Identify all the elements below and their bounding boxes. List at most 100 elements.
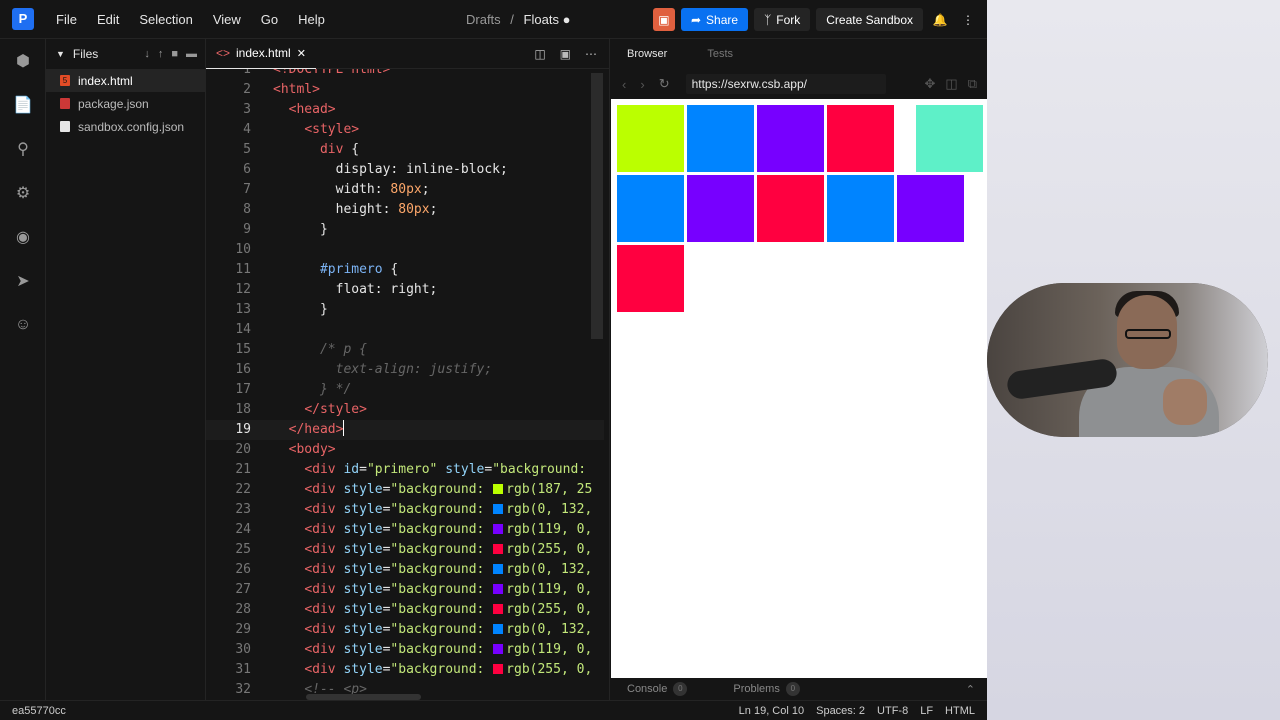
line-number: 22 (235, 482, 251, 497)
back-icon[interactable]: ‹ (622, 77, 626, 92)
code-line[interactable]: 7 width: 80px; (206, 180, 604, 200)
app-logo-icon[interactable]: P (12, 8, 34, 30)
console-tab[interactable]: Console (627, 683, 667, 695)
code-line[interactable]: 13 } (206, 300, 604, 320)
problems-count-badge: 0 (785, 682, 800, 696)
line-text: } (273, 302, 328, 317)
code-line[interactable]: 11 #primero { (206, 260, 604, 280)
line-number: 14 (235, 322, 251, 337)
code-line[interactable]: 1 <!DOCTYPE html> (206, 69, 604, 80)
open-new-window-icon[interactable]: ⧉ (968, 76, 977, 92)
code-line[interactable]: 23 <div style="background: rgb(0, 132, (206, 500, 604, 520)
code-line[interactable]: 12 float: right; (206, 280, 604, 300)
code-line[interactable]: 6 display: inline-block; (206, 160, 604, 180)
menu-view[interactable]: View (213, 12, 241, 27)
code-line[interactable]: 15 /* p { (206, 340, 604, 360)
menu-go[interactable]: Go (261, 12, 278, 27)
preview-viewport[interactable] (611, 99, 987, 678)
top-actions: ▣ ➦ Share ᛉ Fork Create Sandbox 🔔 ⋮ (652, 8, 979, 31)
new-folder-icon[interactable]: ▬ (186, 48, 197, 60)
file-item-package-json[interactable]: package.json (46, 92, 205, 115)
menu-edit[interactable]: Edit (97, 12, 119, 27)
line-text: <div style="background: rgb(119, 0, (304, 522, 593, 537)
code-line[interactable]: 5 div { (206, 140, 604, 160)
code-line[interactable]: 9 } (206, 220, 604, 240)
tab-browser[interactable]: Browser (627, 48, 667, 60)
more-menu-icon[interactable]: ⋮ (957, 8, 979, 31)
refresh-icon[interactable]: ↻ (659, 76, 670, 92)
code-line[interactable]: 8 height: 80px; (206, 200, 604, 220)
file-name: package.json (78, 96, 149, 111)
code-area[interactable]: 1 <!DOCTYPE html> 2 <html> 3 <head> 4 <style>… (206, 69, 604, 700)
split-view-icon[interactable]: ◫ (534, 47, 545, 61)
file-item-index-html[interactable]: 5 index.html (46, 69, 205, 92)
responsive-icon[interactable]: ✥ (925, 76, 936, 92)
code-line[interactable]: 21 <div id="primero" style="background: (206, 460, 604, 480)
preview-color-box (916, 105, 983, 172)
code-line[interactable]: 24 <div style="background: rgb(119, 0, (206, 520, 604, 540)
code-line[interactable]: 14 (206, 320, 604, 340)
new-file-icon[interactable]: ■ (171, 48, 178, 60)
url-input[interactable]: https://sexrw.csb.app/ (685, 74, 886, 94)
menu-help[interactable]: Help (298, 12, 325, 27)
code-line[interactable]: 10 (206, 240, 604, 260)
preview-icon[interactable]: ▣ (560, 47, 571, 61)
live-users-icon[interactable]: ☺ (0, 303, 46, 347)
code-line[interactable]: 18 </style> (206, 400, 604, 420)
line-text: <style> (304, 122, 360, 137)
chevron-down-icon[interactable]: ▼ (56, 49, 65, 59)
code-line[interactable]: 4 <style> (206, 120, 604, 140)
deploy-rocket-icon[interactable]: ➤ (0, 259, 46, 303)
indentation[interactable]: Spaces: 2 (816, 705, 865, 717)
line-number: 11 (235, 262, 251, 277)
tab-tests[interactable]: Tests (707, 48, 733, 60)
presenter-hand (1163, 379, 1207, 425)
breadcrumb-parent[interactable]: Drafts (466, 12, 501, 27)
code-line[interactable]: 20 <body> (206, 440, 604, 460)
forward-icon[interactable]: › (640, 77, 644, 92)
files-icon[interactable]: 📄 (0, 83, 46, 127)
encoding[interactable]: UTF-8 (877, 705, 908, 717)
code-line[interactable]: 29 <div style="background: rgb(0, 132, (206, 620, 604, 640)
devtools-icon[interactable]: ◫ (945, 76, 957, 92)
globe-icon: ● (562, 12, 571, 27)
menu-file[interactable]: File (56, 12, 77, 27)
vertical-scrollbar[interactable] (591, 73, 603, 339)
code-line[interactable]: 17 } */ (206, 380, 604, 400)
upload-icon[interactable]: ↑ (158, 48, 164, 60)
code-line[interactable]: 22 <div style="background: rgb(187, 25 (206, 480, 604, 500)
collapse-down-icon[interactable]: ↓ (144, 48, 150, 60)
code-line[interactable]: 3 <head> (206, 100, 604, 120)
share-button[interactable]: ➦ Share (680, 8, 749, 31)
notifications-bell-icon[interactable]: 🔔 (929, 8, 951, 31)
code-line[interactable]: 19 </head> (206, 420, 604, 440)
line-text: <div style="background: rgb(187, 25 (304, 482, 593, 497)
close-icon[interactable]: ✕ (297, 47, 306, 60)
sandbox-name[interactable]: Floats (524, 12, 559, 27)
live-session-icon[interactable]: ▣ (652, 8, 675, 31)
code-line[interactable]: 26 <div style="background: rgb(0, 132, (206, 560, 604, 580)
settings-gear-icon[interactable]: ⚙ (0, 171, 46, 215)
more-icon[interactable]: ⋯ (585, 47, 597, 61)
github-icon[interactable]: ◉ (0, 215, 46, 259)
code-line[interactable]: 28 <div style="background: rgb(255, 0, (206, 600, 604, 620)
file-item-sandbox-config[interactable]: sandbox.config.json (46, 115, 205, 138)
code-line[interactable]: 31 <div style="background: rgb(255, 0, (206, 660, 604, 680)
tab-index-html[interactable]: <> index.html ✕ (206, 39, 316, 69)
project-cube-icon[interactable]: ⬢ (0, 39, 46, 83)
language-mode[interactable]: HTML (945, 705, 975, 717)
code-line[interactable]: 25 <div style="background: rgb(255, 0, (206, 540, 604, 560)
create-sandbox-button[interactable]: Create Sandbox (816, 8, 923, 31)
fork-button[interactable]: ᛉ Fork (754, 8, 811, 31)
problems-tab[interactable]: Problems (733, 683, 779, 695)
menu-selection[interactable]: Selection (139, 12, 192, 27)
line-text: <div style="background: rgb(255, 0, (304, 542, 593, 557)
search-icon[interactable]: ⚲ (0, 127, 46, 171)
code-line[interactable]: 27 <div style="background: rgb(119, 0, (206, 580, 604, 600)
cursor-position[interactable]: Ln 19, Col 10 (739, 705, 804, 717)
code-line[interactable]: 30 <div style="background: rgb(119, 0, (206, 640, 604, 660)
chevron-up-icon[interactable]: ⌃ (966, 683, 975, 696)
code-line[interactable]: 16 text-align: justify; (206, 360, 604, 380)
code-line[interactable]: 2 <html> (206, 80, 604, 100)
line-ending[interactable]: LF (920, 705, 933, 717)
